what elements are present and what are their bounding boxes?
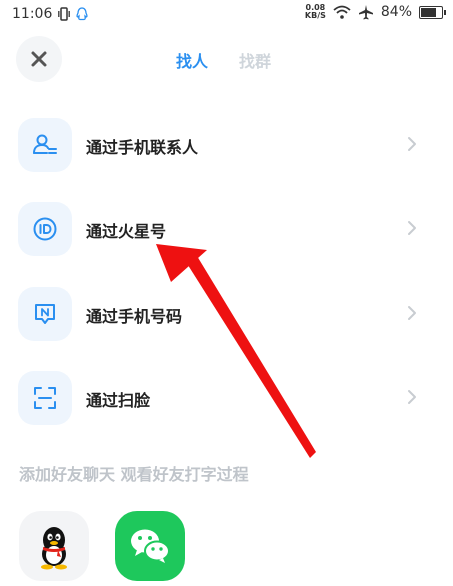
menu-item-mars-id[interactable]: 通过火星号 bbox=[0, 202, 453, 272]
vibrate-icon bbox=[58, 7, 71, 21]
phone-number-icon bbox=[35, 304, 55, 324]
tab-bar: 找人 找群 bbox=[0, 48, 453, 72]
phone-number-icon-tile bbox=[18, 287, 72, 341]
qq-penguin-icon bbox=[41, 527, 67, 570]
id-icon bbox=[33, 217, 57, 241]
face-scan-icon-tile bbox=[18, 371, 72, 425]
battery-icon bbox=[419, 5, 446, 19]
menu-label-face-scan: 通过扫脸 bbox=[86, 391, 151, 410]
face-scan-icon bbox=[34, 387, 56, 409]
menu-label-contacts: 通过手机联系人 bbox=[86, 138, 199, 157]
menu-item-phone-number[interactable]: 通过手机号码 bbox=[0, 287, 453, 357]
tab-find-groups[interactable]: 找群 bbox=[239, 48, 271, 72]
chevron-right-icon bbox=[408, 390, 416, 404]
status-left: 11:06 bbox=[12, 6, 88, 22]
chevron-right-icon bbox=[408, 137, 416, 151]
share-wechat-button[interactable] bbox=[115, 511, 185, 581]
status-right: 0.08 KB/S 84% bbox=[305, 4, 446, 20]
wechat-icon bbox=[131, 529, 170, 563]
menu-label-phone-number: 通过手机号码 bbox=[86, 307, 183, 326]
contact-icon bbox=[33, 134, 57, 154]
battery-percent: 84% bbox=[380, 4, 412, 20]
qq-notification-icon bbox=[76, 7, 88, 21]
status-time: 11:06 bbox=[12, 6, 53, 22]
net-speed: 0.08 KB/S bbox=[305, 4, 326, 20]
chevron-right-icon bbox=[408, 221, 416, 235]
share-qq-button[interactable] bbox=[19, 511, 89, 581]
wifi-icon bbox=[333, 5, 351, 19]
contact-icon-tile bbox=[18, 118, 72, 172]
chevron-right-icon bbox=[408, 306, 416, 320]
status-bar: 11:06 0.08 KB/S 84% bbox=[0, 0, 453, 30]
battery-fill bbox=[421, 7, 437, 17]
net-speed-unit: KB/S bbox=[304, 11, 326, 20]
menu-label-mars-id: 通过火星号 bbox=[86, 222, 167, 241]
share-section-title: 添加好友聊天 观看好友打字过程 bbox=[19, 465, 249, 484]
menu-item-face-scan[interactable]: 通过扫脸 bbox=[0, 371, 453, 441]
menu-item-contacts[interactable]: 通过手机联系人 bbox=[0, 118, 453, 188]
airplane-mode-icon bbox=[358, 5, 373, 20]
id-icon-tile bbox=[18, 202, 72, 256]
tab-find-people[interactable]: 找人 bbox=[176, 48, 208, 72]
